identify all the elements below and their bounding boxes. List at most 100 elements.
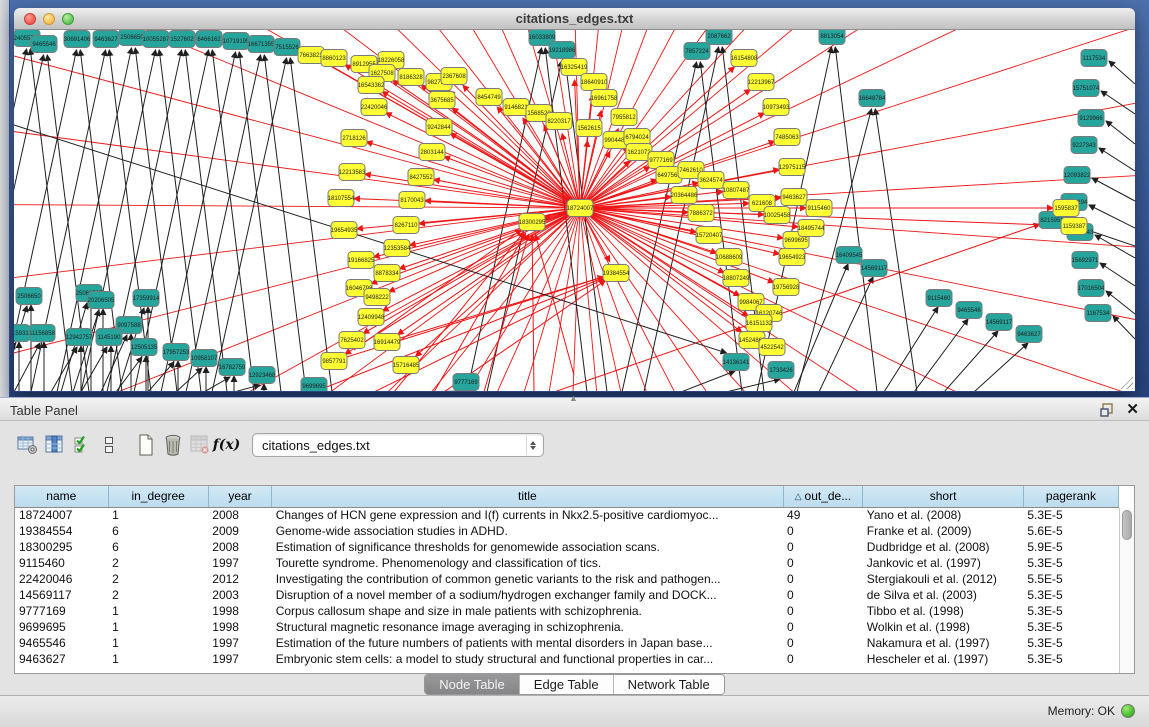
table-cell[interactable]: de Silva et al. (2003)	[863, 587, 1024, 603]
table-cell[interactable]: 1	[108, 619, 208, 635]
table-source-dropdown[interactable]: citations_edges.txt	[252, 433, 544, 457]
table-cell[interactable]: Nakamura et al. (1997)	[863, 635, 1024, 651]
scrollbar-thumb[interactable]	[1122, 510, 1132, 540]
table-row[interactable]: 1938455462009Genome-wide association stu…	[15, 523, 1119, 539]
table-cell[interactable]: 1998	[208, 619, 271, 635]
table-cell[interactable]: Estimation of significance thresholds fo…	[272, 539, 783, 555]
table-cell[interactable]: 14569117	[15, 587, 108, 603]
table-cell[interactable]: Estimation of the future numbers of pati…	[272, 635, 783, 651]
table-cell[interactable]: 5.3E-5	[1023, 635, 1118, 651]
table-cell[interactable]: 5.5E-5	[1023, 571, 1118, 587]
table-row[interactable]: 1830029562008Estimation of significance …	[15, 539, 1119, 555]
table-cell[interactable]: Jankovic et al. (1997)	[863, 555, 1024, 571]
table-cell[interactable]: 5.3E-5	[1023, 555, 1118, 571]
table-cell[interactable]: 5.6E-5	[1023, 523, 1118, 539]
table-columns-icon[interactable]	[41, 432, 68, 458]
column-header-title[interactable]: title	[272, 486, 783, 507]
table-cell[interactable]: Embryonic stem cells: a model to study s…	[272, 651, 783, 667]
table-cell[interactable]: 1	[108, 603, 208, 619]
node-table[interactable]: namein_degreeyeartitle△out_de...shortpag…	[14, 485, 1135, 674]
table-cell[interactable]: 0	[783, 555, 863, 571]
table-cell[interactable]: 18300295	[15, 539, 108, 555]
tab-network-table[interactable]: Network Table	[614, 675, 724, 694]
splitter-handle[interactable]: ▲	[569, 393, 578, 403]
table-cell[interactable]: Dudbridge et al. (2008)	[863, 539, 1024, 555]
table-cell[interactable]: 1997	[208, 651, 271, 667]
table-cell[interactable]: 9463627	[15, 651, 108, 667]
table-cell[interactable]: 9699695	[15, 619, 108, 635]
table-cell[interactable]: 9777169	[15, 603, 108, 619]
column-header-short[interactable]: short	[863, 486, 1024, 507]
table-cell[interactable]: 5.3E-5	[1023, 651, 1118, 667]
table-row[interactable]: 1872400712008Changes of HCN gene express…	[15, 507, 1119, 523]
delete-column-icon[interactable]	[186, 432, 213, 458]
table-row[interactable]: 2242004622012Investigating the contribut…	[15, 571, 1119, 587]
table-cell[interactable]: 2	[108, 587, 208, 603]
table-cell[interactable]: 2003	[208, 587, 271, 603]
node-table-grid[interactable]: namein_degreeyeartitle△out_de...shortpag…	[15, 486, 1119, 667]
table-cell[interactable]: 22420046	[15, 571, 108, 587]
function-builder-icon[interactable]: f(x)	[213, 432, 240, 458]
column-header-name[interactable]: name	[15, 486, 108, 507]
table-cell[interactable]: 1	[108, 651, 208, 667]
table-cell[interactable]: 5.3E-5	[1023, 507, 1118, 523]
table-cell[interactable]: Stergiakouli et al. (2012)	[863, 571, 1024, 587]
tab-edge-table[interactable]: Edge Table	[520, 675, 614, 694]
table-cell[interactable]: Structural magnetic resonance image aver…	[272, 619, 783, 635]
table-cell[interactable]: Yano et al. (2008)	[863, 507, 1024, 523]
table-scrollbar[interactable]	[1119, 508, 1134, 673]
table-cell[interactable]: Tourette syndrome. Phenomenology and cla…	[272, 555, 783, 571]
table-cell[interactable]: 5.3E-5	[1023, 619, 1118, 635]
table-cell[interactable]: 1998	[208, 603, 271, 619]
table-cell[interactable]: 0	[783, 587, 863, 603]
table-cell[interactable]: 2009	[208, 523, 271, 539]
table-cell[interactable]: 5.3E-5	[1023, 587, 1118, 603]
table-cell[interactable]: 5.9E-5	[1023, 539, 1118, 555]
table-cell[interactable]: Franke et al. (2009)	[863, 523, 1024, 539]
table-cell[interactable]: 0	[783, 539, 863, 555]
table-mode-icon[interactable]	[95, 432, 122, 458]
table-cell[interactable]: 0	[783, 523, 863, 539]
table-cell[interactable]: Hescheler et al. (1997)	[863, 651, 1024, 667]
table-cell[interactable]: 0	[783, 571, 863, 587]
table-cell[interactable]: 2	[108, 571, 208, 587]
column-header-out_de[interactable]: △out_de...	[783, 486, 863, 507]
table-cell[interactable]: Corpus callosum shape and size in male p…	[272, 603, 783, 619]
delete-table-icon[interactable]	[159, 432, 186, 458]
column-header-in_degree[interactable]: in_degree	[108, 486, 208, 507]
table-cell[interactable]: 0	[783, 619, 863, 635]
table-cell[interactable]: 2008	[208, 507, 271, 523]
table-cell[interactable]: 6	[108, 523, 208, 539]
table-row[interactable]: 977716911998Corpus callosum shape and si…	[15, 603, 1119, 619]
table-cell[interactable]: 1997	[208, 555, 271, 571]
table-cell[interactable]: Changes of HCN gene expression and I(f) …	[272, 507, 783, 523]
table-cell[interactable]: Tibbo et al. (1998)	[863, 603, 1024, 619]
table-cell[interactable]: 1	[108, 507, 208, 523]
column-header-year[interactable]: year	[208, 486, 271, 507]
table-settings-icon[interactable]	[14, 432, 41, 458]
table-cell[interactable]: 19384554	[15, 523, 108, 539]
table-cell[interactable]: 9465546	[15, 635, 108, 651]
float-panel-icon[interactable]	[1099, 402, 1115, 418]
table-cell[interactable]: 0	[783, 635, 863, 651]
table-cell[interactable]: 5.3E-5	[1023, 603, 1118, 619]
table-cell[interactable]: 18724007	[15, 507, 108, 523]
table-cell[interactable]: 1	[108, 635, 208, 651]
table-row[interactable]: 946554611997Estimation of the future num…	[15, 635, 1119, 651]
table-cell[interactable]: 2008	[208, 539, 271, 555]
new-table-icon[interactable]	[132, 432, 159, 458]
table-cell[interactable]: 0	[783, 651, 863, 667]
network-graph[interactable]: 2405572494655463069140694636272506650100…	[14, 30, 1135, 391]
table-row[interactable]: 1456911722003Disruption of a novel membe…	[15, 587, 1119, 603]
table-cell[interactable]: Investigating the contribution of common…	[272, 571, 783, 587]
select-rows-icon[interactable]	[68, 432, 95, 458]
table-cell[interactable]: 2012	[208, 571, 271, 587]
table-row[interactable]: 946362711997Embryonic stem cells: a mode…	[15, 651, 1119, 667]
table-cell[interactable]: 2	[108, 555, 208, 571]
table-cell[interactable]: 6	[108, 539, 208, 555]
table-cell[interactable]: 0	[783, 603, 863, 619]
network-canvas[interactable]: 2405572494655463069140694636272506650100…	[14, 30, 1135, 391]
table-row[interactable]: 969969511998Structural magnetic resonanc…	[15, 619, 1119, 635]
table-cell[interactable]: Wolkin et al. (1998)	[863, 619, 1024, 635]
table-cell[interactable]: Disruption of a novel member of a sodium…	[272, 587, 783, 603]
